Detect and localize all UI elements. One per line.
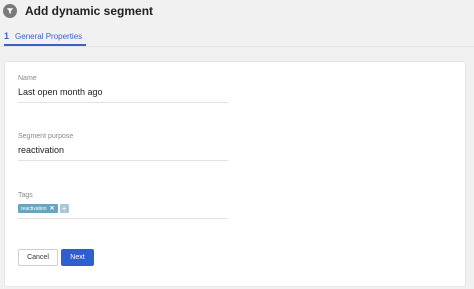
tags-field[interactable]: Tags reactivation ✕ + (18, 192, 228, 219)
segment-purpose-field[interactable]: Segment purpose reactivation (18, 133, 228, 161)
segment-purpose-label: Segment purpose (18, 133, 74, 140)
name-field[interactable]: Name Last open month ago (18, 75, 228, 103)
form-card: Name Last open month ago Segment purpose… (4, 61, 466, 287)
tags-underline (18, 218, 228, 219)
tags-row: reactivation ✕ + (18, 204, 228, 213)
name-input[interactable]: Last open month ago (18, 87, 228, 97)
tags-label: Tags (18, 192, 33, 199)
tab-general-properties[interactable]: 1 General Properties (0, 26, 87, 46)
name-label: Name (18, 75, 37, 82)
tag-label: reactivation (21, 205, 47, 212)
segment-purpose-input[interactable]: reactivation (18, 145, 228, 155)
close-icon[interactable]: ✕ (50, 205, 55, 212)
filter-icon (3, 4, 17, 18)
cancel-button[interactable]: Cancel (18, 249, 58, 266)
tab-step-number: 1 (4, 31, 10, 41)
plus-icon[interactable]: + (59, 204, 69, 213)
next-button[interactable]: Next (61, 249, 94, 266)
step-tabs: 1 General Properties (0, 26, 87, 46)
tab-label: General Properties (15, 31, 83, 41)
header-divider (0, 46, 474, 47)
name-underline (18, 102, 228, 103)
page-title: Add dynamic segment (25, 4, 154, 18)
page-header: Add dynamic segment 1 General Properties (0, 0, 474, 46)
tag-chip[interactable]: reactivation ✕ (18, 204, 58, 213)
title-row: Add dynamic segment (3, 3, 153, 19)
segment-purpose-underline (18, 160, 228, 161)
